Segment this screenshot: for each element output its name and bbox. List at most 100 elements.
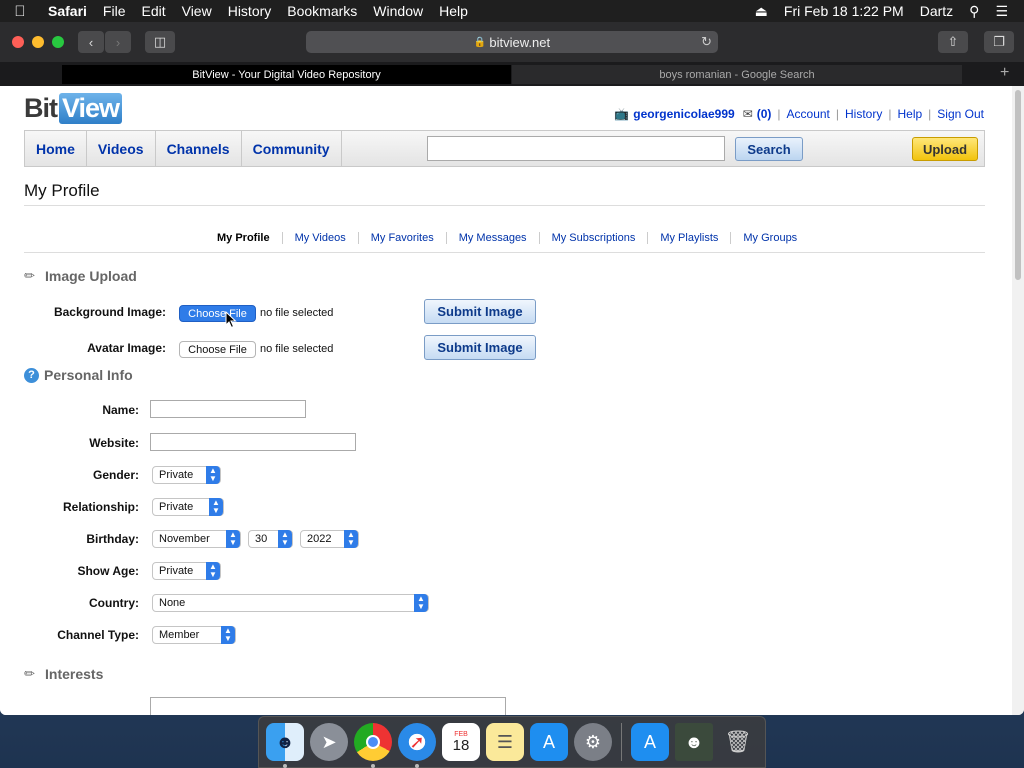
forward-button[interactable]: ›	[105, 31, 131, 53]
app-store-icon[interactable]: A	[530, 723, 568, 761]
menu-file[interactable]: File	[95, 3, 134, 19]
messages-count-link[interactable]: (0)	[757, 107, 772, 121]
menu-clock[interactable]: Fri Feb 18 1:22 PM	[776, 3, 912, 19]
birthday-month-select[interactable]: November ▲ ▼	[152, 530, 241, 548]
subnav-my-messages[interactable]: My Messages	[445, 232, 539, 244]
birthday-year-select[interactable]: 2022 ▲ ▼	[300, 530, 359, 548]
nav-community[interactable]: Community	[242, 131, 342, 166]
share-icon: ⇧	[947, 34, 959, 49]
menu-bookmarks[interactable]: Bookmarks	[279, 3, 365, 19]
trash-icon[interactable]: 🗑	[719, 723, 757, 761]
menu-help[interactable]: Help	[431, 3, 476, 19]
safari-icon[interactable]: ➚	[398, 723, 436, 768]
upload-button[interactable]: Upload	[912, 137, 978, 161]
username-link[interactable]: georgenicolae999	[633, 107, 734, 121]
tv-icon: 📺	[614, 107, 630, 121]
menu-app-name[interactable]: Safari	[40, 3, 95, 19]
show-age-select[interactable]: Private ▲ ▼	[152, 562, 221, 580]
reload-icon[interactable]: ↻	[701, 34, 712, 50]
separator: |	[777, 107, 781, 121]
select-arrows-icon: ▲ ▼	[278, 530, 292, 548]
account-link[interactable]: Account	[787, 107, 830, 121]
browser-toolbar: ‹ › ◫ 🔒 bitview.net ↻ ⇧ ❐	[0, 22, 1024, 62]
logo-view-text: View	[59, 92, 123, 124]
mail-icon[interactable]: ✉	[743, 107, 753, 121]
subnav-my-playlists[interactable]: My Playlists	[647, 232, 730, 244]
back-button[interactable]: ‹	[78, 31, 104, 53]
subnav-my-favorites[interactable]: My Favorites	[357, 232, 446, 244]
apple-menu-icon[interactable]: 	[0, 3, 40, 20]
chevron-left-icon: ‹	[88, 34, 94, 50]
interests-textarea[interactable]	[150, 697, 506, 715]
menu-user[interactable]: Dartz	[912, 3, 961, 19]
channel-type-select-value: Member	[159, 629, 200, 641]
subnav-my-profile[interactable]: My Profile	[205, 232, 282, 244]
channel-type-select[interactable]: Member ▲ ▼	[152, 626, 236, 644]
avatar-choose-file-button[interactable]: Choose File	[179, 341, 256, 358]
calendar-icon[interactable]: FEB 18	[442, 723, 480, 761]
gender-select-value: Private	[159, 469, 194, 481]
separator: |	[928, 107, 932, 121]
nav-videos[interactable]: Videos	[87, 131, 156, 166]
history-link[interactable]: History	[845, 107, 882, 121]
nav-home[interactable]: Home	[25, 131, 87, 166]
relationship-label: Relationship:	[62, 500, 139, 514]
menu-view[interactable]: View	[174, 3, 220, 19]
minimize-window-button[interactable]	[32, 36, 44, 48]
menu-window[interactable]: Window	[365, 3, 431, 19]
tab-google-search[interactable]: boys romanian - Google Search	[512, 65, 962, 84]
app-store-download-icon[interactable]: A	[631, 723, 669, 761]
avatar-submit-image-button[interactable]: Submit Image	[424, 335, 536, 360]
country-select[interactable]: None ▲ ▼	[152, 594, 429, 612]
launchpad-icon[interactable]: ➤	[310, 723, 348, 761]
country-select-value: None	[159, 597, 186, 609]
nav-channels[interactable]: Channels	[156, 131, 242, 166]
close-window-button[interactable]	[12, 36, 24, 48]
scrollbar-thumb[interactable]	[1015, 90, 1021, 280]
spotlight-search-icon[interactable]: ⚲	[961, 3, 987, 20]
birthday-year-value: 2022	[307, 533, 332, 545]
relationship-select[interactable]: Private ▲ ▼	[152, 498, 224, 516]
name-input[interactable]	[150, 400, 306, 418]
search-button[interactable]: Search	[735, 137, 803, 161]
help-link[interactable]: Help	[897, 107, 922, 121]
name-label: Name:	[102, 403, 139, 417]
chrome-icon[interactable]	[354, 723, 392, 768]
system-preferences-icon[interactable]: ⚙	[574, 723, 612, 761]
eject-icon[interactable]: ⏏	[747, 3, 776, 20]
user-bar: 📺 georgenicolae999 ✉ (0) | Account | His…	[614, 107, 984, 121]
share-button[interactable]: ⇧	[938, 31, 968, 53]
subnav-my-subscriptions[interactable]: My Subscriptions	[538, 232, 648, 244]
background-submit-image-button[interactable]: Submit Image	[424, 299, 536, 324]
lock-icon: 🔒	[473, 36, 487, 48]
photo-thumbnail-icon[interactable]: ☻	[675, 723, 713, 761]
birthday-day-select[interactable]: 30 ▲ ▼	[248, 530, 293, 548]
select-arrows-icon: ▲ ▼	[209, 498, 223, 516]
select-arrows-icon: ▲ ▼	[206, 466, 220, 484]
website-input[interactable]	[150, 433, 356, 451]
sign-out-link[interactable]: Sign Out	[937, 107, 984, 121]
gender-select[interactable]: Private ▲ ▼	[152, 466, 221, 484]
new-tab-plus-icon[interactable]: +	[1000, 64, 1009, 82]
address-bar[interactable]: 🔒 bitview.net ↻	[306, 31, 718, 53]
tab-bitview[interactable]: BitView - Your Digital Video Repository	[62, 65, 511, 84]
menu-edit[interactable]: Edit	[133, 3, 173, 19]
control-center-icon[interactable]: ☰	[987, 3, 1016, 20]
tab-overview-button[interactable]: ❐	[984, 31, 1014, 53]
main-nav-bar: Home Videos Channels Community Search Up…	[24, 130, 985, 167]
personal-info-heading: ? Personal Info	[24, 367, 133, 383]
page-scrollbar[interactable]	[1012, 86, 1024, 715]
menu-history[interactable]: History	[220, 3, 280, 19]
pencil-icon: ✏	[24, 268, 35, 283]
subnav-my-videos[interactable]: My Videos	[281, 232, 358, 244]
interests-heading: ✏ Interests	[24, 666, 103, 682]
select-arrows-icon: ▲ ▼	[206, 562, 220, 580]
subnav-my-groups[interactable]: My Groups	[730, 232, 809, 244]
sidebar-toggle-button[interactable]: ◫	[145, 31, 175, 53]
bitview-logo[interactable]: Bit View	[24, 91, 123, 125]
site-search-input[interactable]	[427, 136, 725, 161]
zoom-window-button[interactable]	[52, 36, 64, 48]
notes-icon[interactable]: ☰	[486, 723, 524, 761]
finder-icon[interactable]: ☻	[266, 723, 304, 768]
background-choose-file-button[interactable]: Choose File	[179, 305, 256, 322]
